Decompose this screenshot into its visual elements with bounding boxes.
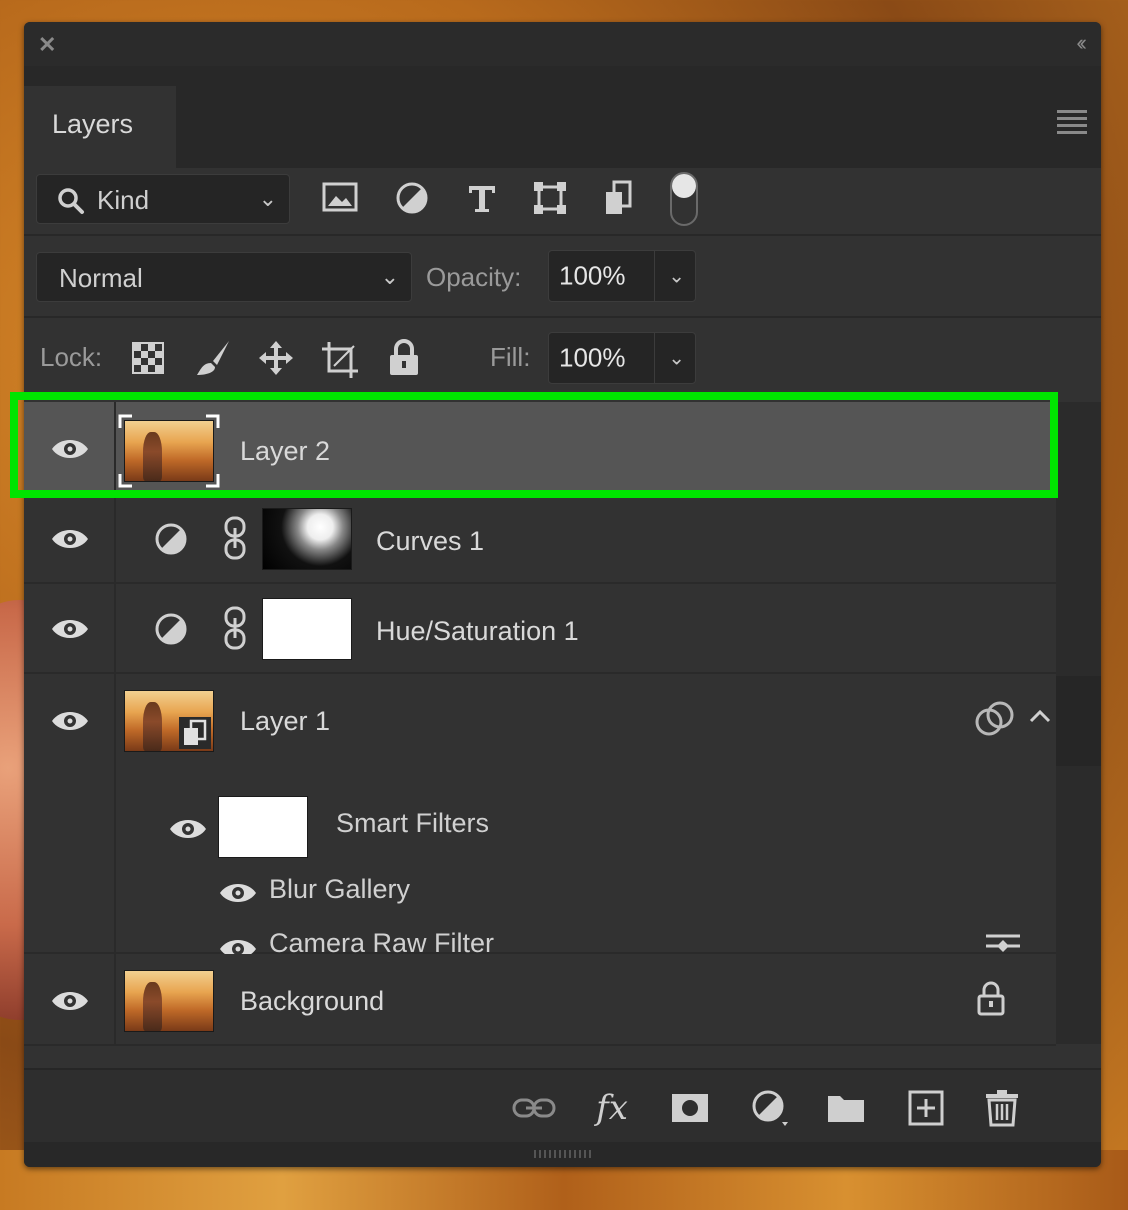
eye-icon[interactable] [50, 708, 90, 734]
lock-image-pixels-icon[interactable] [192, 336, 236, 380]
bottom-toolbar: fx [24, 1068, 1101, 1144]
link-icon[interactable] [222, 606, 248, 650]
fill-label: Fill: [490, 342, 531, 372]
smart-filters-label[interactable]: Smart Filters [336, 808, 489, 839]
collapse-panel-icon[interactable]: ‹‹ [1076, 32, 1086, 54]
scrollbar-thumb[interactable] [1056, 676, 1101, 766]
filter-toggle-icon[interactable] [664, 170, 704, 228]
visibility-column [24, 584, 116, 672]
shape-filter-icon[interactable] [528, 176, 572, 220]
divider [654, 333, 655, 383]
opacity-label: Opacity: [426, 262, 522, 292]
type-filter-icon[interactable] [460, 176, 504, 220]
smart-object-badge-icon [179, 717, 211, 749]
smart-filter-mask-thumbnail[interactable] [218, 796, 308, 858]
adjustment-filter-icon[interactable] [390, 176, 434, 220]
fill-value: 100% [559, 342, 626, 373]
fill-field[interactable]: 100% ⌄ [548, 332, 696, 384]
kind-dropdown[interactable]: Kind ⌄ [36, 174, 290, 224]
add-mask-icon[interactable] [668, 1086, 712, 1130]
eye-icon[interactable] [168, 816, 208, 842]
chevron-down-icon[interactable]: ⌄ [668, 346, 685, 371]
blend-row: Normal ⌄ Opacity: 100% ⌄ [24, 236, 1101, 316]
panel-titlebar: ✕ ‹‹ [24, 22, 1101, 66]
layer-mask-thumbnail[interactable] [262, 598, 352, 660]
chevron-down-icon: ⌄ [258, 186, 277, 211]
layer-row-layer-2[interactable]: Layer 2 [24, 402, 1056, 494]
fx-icon[interactable]: fx [590, 1086, 634, 1130]
resize-handle[interactable] [24, 1142, 1101, 1167]
layer-name[interactable]: Layer 2 [240, 436, 330, 467]
eye-icon[interactable] [50, 436, 90, 462]
smart-filter-indicator-icon[interactable] [974, 700, 1016, 738]
eye-icon[interactable] [50, 988, 90, 1014]
new-layer-icon[interactable] [904, 1086, 948, 1130]
chevron-down-icon[interactable]: ⌄ [668, 264, 685, 289]
opacity-field[interactable]: 100% ⌄ [548, 250, 696, 302]
filter-row: Kind ⌄ [24, 168, 1101, 236]
visibility-column [24, 954, 116, 1044]
kind-label: Kind [97, 185, 150, 215]
eye-icon[interactable] [50, 616, 90, 642]
lock-all-icon[interactable] [382, 336, 426, 380]
layer-row-layer-1[interactable]: Layer 1 Smart Filters Blur Gallery Camer… [24, 674, 1056, 959]
adjustment-layer-icon [155, 523, 187, 555]
layer-mask-thumbnail[interactable] [262, 508, 352, 570]
new-group-icon[interactable] [824, 1086, 868, 1130]
eye-icon[interactable] [50, 526, 90, 552]
layer-name[interactable]: Hue/Saturation 1 [376, 616, 579, 647]
layer-name[interactable]: Layer 1 [240, 706, 330, 737]
thumbnail-selection-corners [118, 414, 220, 488]
chevron-down-icon: ⌄ [380, 264, 399, 289]
opacity-value: 100% [559, 260, 626, 291]
blend-mode-dropdown[interactable]: Normal ⌄ [36, 252, 412, 302]
smart-object-filter-icon[interactable] [598, 176, 642, 220]
eye-icon[interactable] [218, 880, 258, 906]
search-icon [58, 188, 84, 214]
layer-thumbnail[interactable] [124, 970, 214, 1032]
divider [654, 251, 655, 301]
smart-filter-item[interactable]: Blur Gallery [269, 874, 410, 905]
visibility-column [24, 494, 116, 582]
layer-row-hue-saturation-1[interactable]: Hue/Saturation 1 [24, 584, 1056, 674]
panel-menu-icon[interactable] [1057, 110, 1087, 138]
image-filter-icon[interactable] [318, 176, 362, 220]
visibility-column [24, 674, 116, 952]
visibility-column [24, 402, 116, 492]
new-adjustment-icon[interactable] [748, 1086, 792, 1130]
chevron-up-icon[interactable] [1028, 708, 1052, 724]
lock-label: Lock: [40, 342, 103, 372]
lock-artboard-icon[interactable] [318, 338, 362, 382]
link-layers-icon[interactable] [512, 1086, 556, 1130]
tab-row: Layers [24, 66, 1101, 168]
layer-thumbnail[interactable] [124, 690, 214, 752]
layers-panel: ✕ ‹‹ Layers Kind ⌄ Normal ⌄ Opacity: 100… [24, 22, 1101, 1167]
blend-mode-value: Normal [59, 263, 143, 293]
lock-transparent-pixels-icon[interactable] [126, 336, 170, 380]
tab-layers[interactable]: Layers [24, 86, 176, 168]
lock-row: Lock: Fill: 100% ⌄ [24, 318, 1101, 402]
resize-grip-icon [534, 1150, 594, 1158]
layer-name[interactable]: Background [240, 986, 384, 1017]
close-icon[interactable]: ✕ [38, 34, 56, 56]
delete-layer-icon[interactable] [980, 1086, 1024, 1130]
lock-icon[interactable] [976, 980, 1006, 1016]
layer-row-background[interactable]: Background [24, 954, 1056, 1046]
link-icon[interactable] [222, 516, 248, 560]
adjustment-layer-icon [155, 613, 187, 645]
layer-row-curves-1[interactable]: Curves 1 [24, 494, 1056, 584]
layer-name[interactable]: Curves 1 [376, 526, 484, 557]
lock-position-icon[interactable] [254, 336, 298, 380]
